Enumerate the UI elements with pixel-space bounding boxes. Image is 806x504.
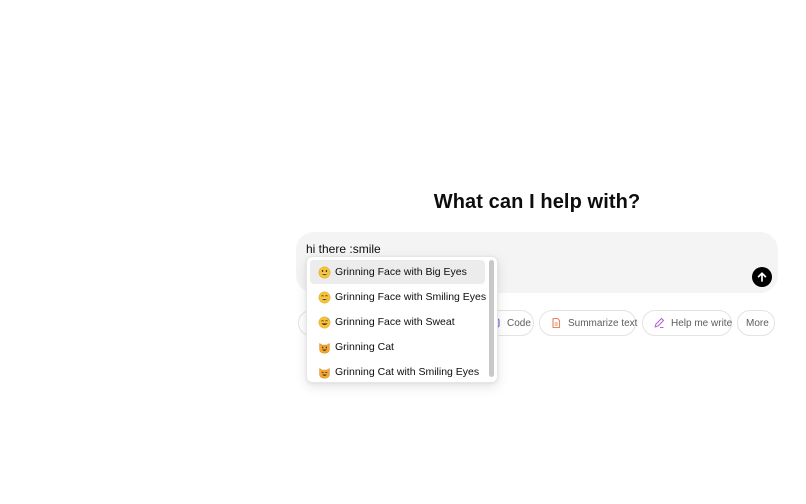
grinning-face-sweat-icon	[318, 316, 331, 328]
chip-more[interactable]: More	[737, 310, 775, 336]
chip-label: Code	[507, 317, 531, 329]
grinning-cat-smiling-eyes-icon	[319, 367, 330, 378]
pen-icon	[653, 317, 665, 329]
page-heading: What can I help with?	[433, 191, 641, 213]
emoji-label: Grinning Cat with Smiling Eyes	[335, 366, 480, 378]
grinning-cat-icon	[319, 342, 330, 353]
emoji-suggestion-item[interactable]: Grinning Cat with Smiling Eyes	[310, 360, 485, 382]
arrow-up-icon	[757, 272, 767, 282]
scrollbar[interactable]	[489, 260, 494, 377]
grinning-face-smiling-eyes-icon	[318, 291, 331, 303]
emoji-label: Grinning Cat	[335, 341, 394, 353]
emoji-suggestion-item[interactable]: Grinning Face with Smiling Eyes	[310, 285, 487, 309]
send-button[interactable]	[752, 267, 772, 287]
emoji-suggestion-item[interactable]: Grinning Cat	[310, 335, 485, 359]
emoji-label: Grinning Face with Smiling Eyes	[335, 291, 487, 303]
chip-label: Help me write	[671, 317, 733, 329]
chip-summarize-text[interactable]: Summarize text	[539, 310, 638, 336]
emoji-label: Grinning Face with Sweat	[335, 316, 455, 328]
grinning-face-big-eyes-icon	[318, 266, 331, 278]
message-input[interactable]: hi there :smile	[306, 242, 381, 256]
emoji-label: Grinning Face with Big Eyes	[335, 266, 467, 278]
chip-help-me-write[interactable]: Help me write	[642, 310, 732, 336]
chip-label: More	[746, 317, 769, 329]
document-icon	[550, 317, 562, 329]
chip-label: Summarize text	[568, 317, 638, 329]
emoji-suggestion-item[interactable]: Grinning Face with Big Eyes	[310, 260, 485, 284]
emoji-suggestion-item[interactable]: Grinning Face with Sweat	[310, 310, 485, 334]
emoji-suggestion-menu: Grinning Face with Big Eyes Grinning Fac…	[306, 256, 498, 383]
